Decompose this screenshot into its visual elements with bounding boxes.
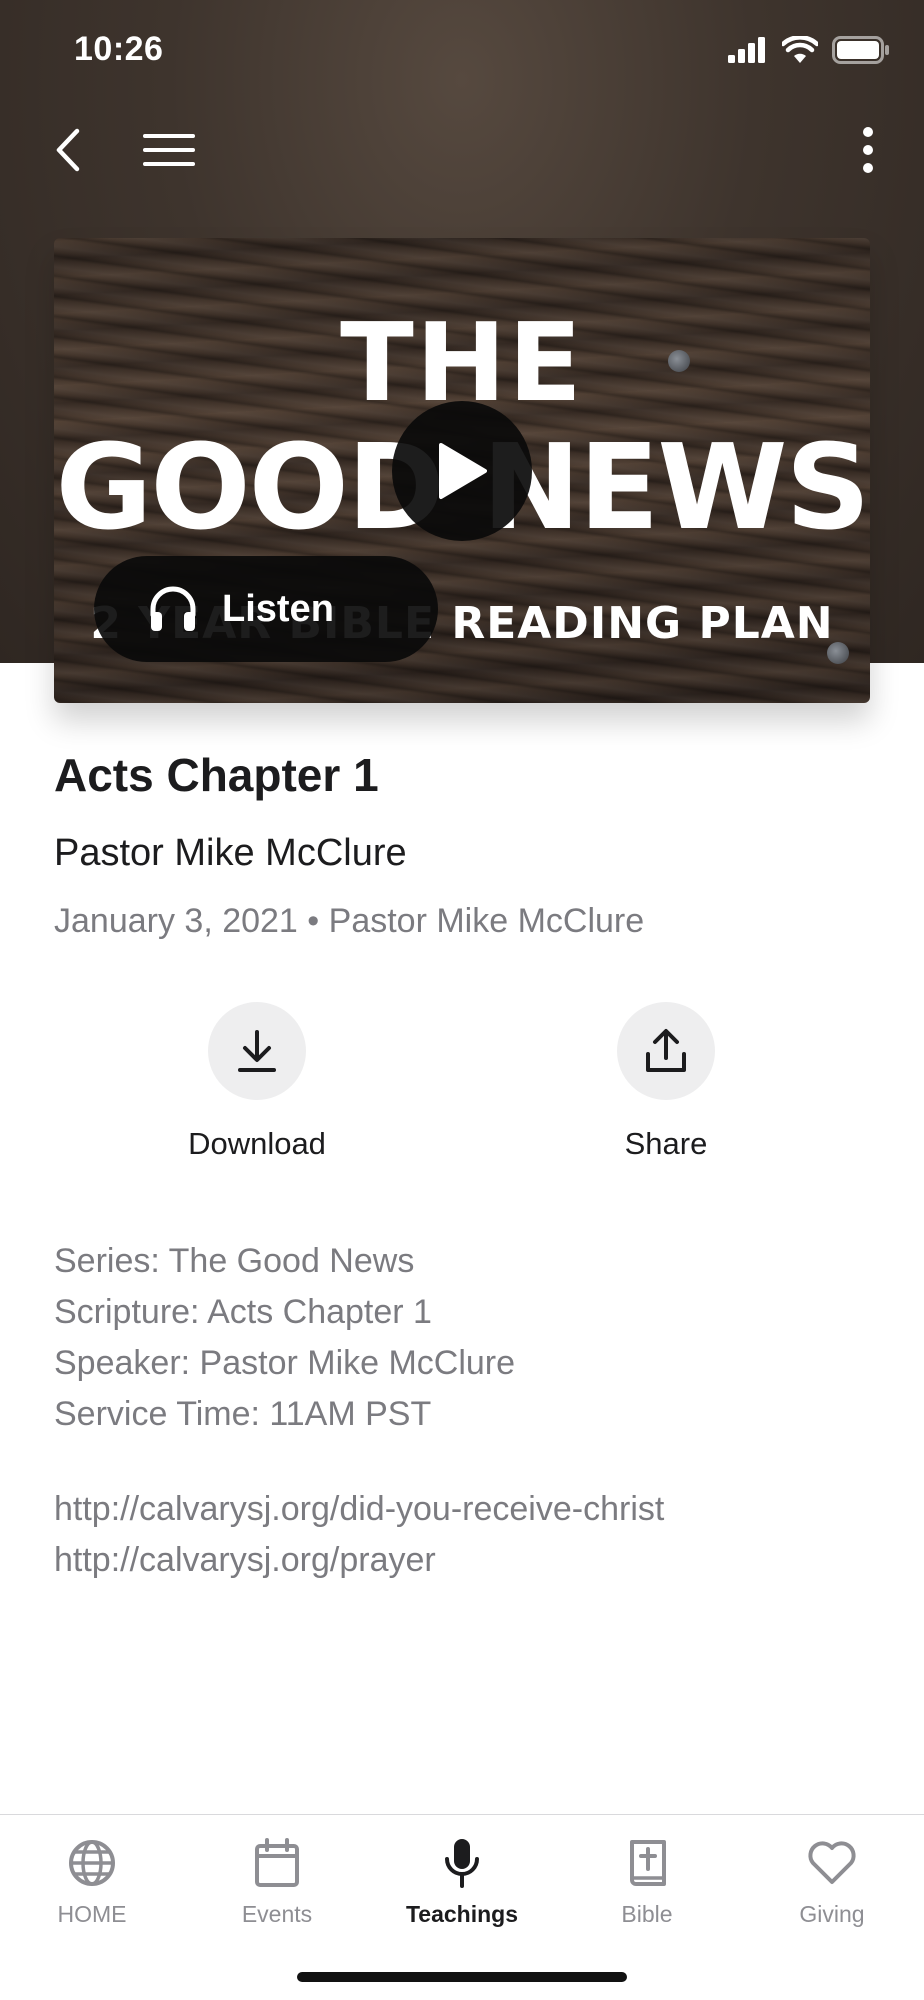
status-time: 10:26 bbox=[74, 30, 164, 68]
microphone-icon bbox=[445, 1839, 479, 1888]
detail-series: Series: The Good News bbox=[54, 1242, 415, 1280]
status-icons bbox=[728, 36, 890, 64]
battery-icon bbox=[832, 36, 889, 64]
calendar-icon bbox=[255, 1838, 299, 1887]
globe-icon bbox=[69, 1840, 115, 1886]
tab-bible-label: Bible bbox=[621, 1901, 673, 1927]
tab-events-label: Events bbox=[241, 1901, 313, 1927]
link-did-you-receive-christ[interactable]: http://calvarysj.org/did-you-receive-chr… bbox=[54, 1484, 664, 1535]
status-bar: 10:26 bbox=[0, 0, 924, 100]
headphones-icon bbox=[150, 586, 196, 631]
tab-teachings[interactable]: Teachings bbox=[370, 1815, 554, 1965]
share-label: Share bbox=[624, 1126, 708, 1161]
play-icon bbox=[439, 443, 487, 499]
share-icon bbox=[646, 1029, 686, 1072]
play-button[interactable] bbox=[392, 401, 532, 541]
hamburger-menu-icon bbox=[143, 134, 195, 166]
bible-icon bbox=[630, 1840, 666, 1886]
tab-teachings-label: Teachings bbox=[405, 1901, 519, 1927]
tab-giving-label: Giving bbox=[799, 1901, 865, 1927]
download-label: Download bbox=[188, 1126, 326, 1161]
teaching-details: Series: The Good News Scripture: Acts Ch… bbox=[54, 1236, 515, 1440]
download-action[interactable]: Download bbox=[157, 1002, 357, 1162]
teaching-title: Acts Chapter 1 bbox=[54, 749, 379, 801]
wifi-icon bbox=[782, 36, 818, 63]
detail-service-time: Service Time: 11AM PST bbox=[54, 1395, 432, 1433]
tab-home-label: HOME bbox=[57, 1901, 127, 1927]
more-vertical-icon bbox=[863, 127, 873, 173]
share-button[interactable] bbox=[617, 1002, 715, 1100]
chevron-left-icon bbox=[56, 128, 80, 172]
menu-button[interactable] bbox=[134, 110, 204, 190]
tab-giving[interactable]: Giving bbox=[740, 1815, 924, 1965]
share-action[interactable]: Share bbox=[566, 1002, 766, 1162]
more-options-button[interactable] bbox=[848, 110, 888, 190]
media-artwork[interactable]: THE GOOD NEWS 2 YEAR BIBLE READING PLAN … bbox=[54, 238, 870, 703]
tab-events[interactable]: Events bbox=[185, 1815, 369, 1965]
teaching-speaker: Pastor Mike McClure bbox=[54, 832, 407, 874]
detail-scripture: Scripture: Acts Chapter 1 bbox=[54, 1293, 432, 1331]
link-prayer[interactable]: http://calvarysj.org/prayer bbox=[54, 1535, 664, 1586]
cellular-signal-icon bbox=[728, 37, 765, 63]
heart-icon bbox=[808, 1841, 856, 1884]
tab-home[interactable]: HOME bbox=[0, 1815, 184, 1965]
detail-speaker: Speaker: Pastor Mike McClure bbox=[54, 1344, 516, 1382]
download-icon bbox=[238, 1030, 276, 1072]
download-button[interactable] bbox=[208, 1002, 306, 1100]
home-indicator bbox=[297, 1972, 627, 1982]
navigation-bar bbox=[0, 110, 924, 190]
teaching-links: http://calvarysj.org/did-you-receive-chr… bbox=[54, 1484, 664, 1586]
tab-bible[interactable]: Bible bbox=[555, 1815, 739, 1965]
listen-label: Listen bbox=[222, 587, 334, 630]
listen-button[interactable]: Listen bbox=[94, 556, 438, 662]
back-button[interactable] bbox=[40, 110, 96, 190]
teaching-date-line: January 3, 2021 • Pastor Mike McClure bbox=[54, 902, 645, 940]
